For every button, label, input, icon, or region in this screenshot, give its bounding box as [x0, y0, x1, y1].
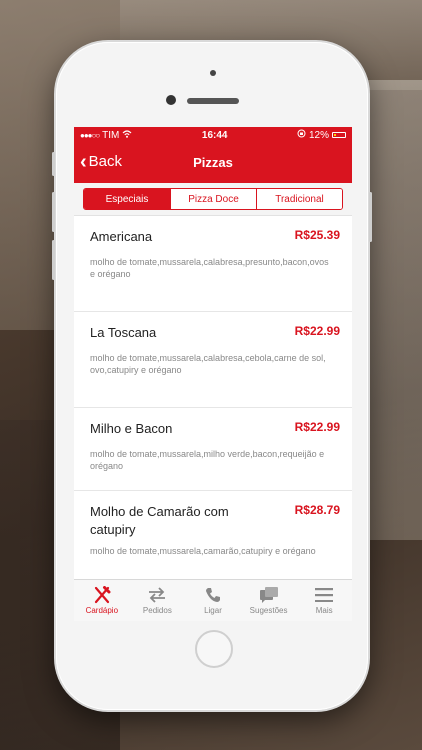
chevron-left-icon: ‹: [80, 150, 87, 173]
item-name: Molho de Camarão com catupiry: [90, 504, 229, 537]
list-item[interactable]: La Toscana R$22.99 molho de tomate,mussa…: [74, 312, 352, 408]
tab-cardapio[interactable]: Cardápio: [74, 580, 130, 621]
carrier-label: TIM: [102, 129, 120, 141]
tab-label: Sugestões: [249, 606, 288, 615]
list-item[interactable]: Milho e Bacon R$22.99 molho de tomate,mu…: [74, 408, 352, 491]
segment-pizza-doce[interactable]: Pizza Doce: [170, 189, 256, 209]
rotation-lock-icon: [297, 129, 306, 141]
tab-label: Cardápio: [85, 606, 119, 615]
item-price: R$22.99: [294, 420, 340, 434]
power-button: [369, 192, 372, 242]
tab-label: Pedidos: [142, 606, 172, 615]
item-price: R$28.79: [294, 503, 340, 517]
item-price: R$25.39: [294, 228, 340, 242]
tab-pedidos[interactable]: Pedidos: [130, 580, 186, 621]
segment-bar: Especiais Pizza Doce Tradicional: [74, 183, 352, 216]
item-description: molho de tomate,mussarela,calabresa,pres…: [90, 257, 329, 279]
home-button[interactable]: [195, 630, 233, 668]
back-label: Back: [88, 153, 123, 170]
list-item[interactable]: Molho de Camarão com catupiry R$28.79 mo…: [74, 491, 352, 580]
segment-tradicional[interactable]: Tradicional: [256, 189, 342, 209]
tab-mais[interactable]: Mais: [296, 580, 352, 621]
status-bar: ●●●○○ TIM 16:44 12%: [74, 127, 352, 143]
item-price: R$22.99: [294, 324, 340, 338]
clock-label: 16:44: [201, 129, 228, 141]
front-camera: [166, 95, 176, 105]
fork-knife-icon: [93, 586, 111, 604]
item-description: molho de tomate,mussarela,camarão,catupi…: [90, 546, 316, 556]
battery-percent: 12%: [308, 129, 329, 141]
item-name: La Toscana: [90, 325, 157, 340]
item-name: Milho e Bacon: [90, 421, 173, 436]
pizza-list[interactable]: Americana R$25.39 molho de tomate,mussar…: [74, 216, 352, 580]
signal-icon: ●●●○○: [80, 130, 100, 140]
list-item[interactable]: Americana R$25.39 molho de tomate,mussar…: [74, 216, 352, 312]
volume-down-button: [52, 240, 55, 280]
segment-especiais[interactable]: Especiais: [84, 189, 170, 209]
phone-frame: ●●●○○ TIM 16:44 12% ‹ Back Pizzas Especi…: [52, 42, 372, 710]
wifi-icon: [122, 129, 132, 141]
earpiece-speaker: [187, 98, 239, 104]
tab-label: Mais: [315, 606, 333, 615]
tab-sugestoes[interactable]: Sugestões: [241, 580, 297, 621]
navigation-bar: ‹ Back Pizzas: [74, 143, 352, 183]
menu-icon: [315, 586, 334, 604]
item-description: molho de tomate,mussarela,milho verde,ba…: [90, 449, 325, 471]
proximity-sensor: [210, 70, 216, 76]
category-segmented-control: Especiais Pizza Doce Tradicional: [83, 188, 343, 210]
back-button[interactable]: ‹ Back: [80, 150, 123, 173]
item-description: molho de tomate,mussarela,calabresa,cebo…: [90, 353, 326, 375]
phone-icon: [205, 586, 221, 604]
battery-icon: [331, 132, 346, 138]
mute-switch: [52, 152, 55, 176]
tab-label: Ligar: [204, 606, 222, 615]
tab-ligar[interactable]: Ligar: [185, 580, 241, 621]
app-screen: ●●●○○ TIM 16:44 12% ‹ Back Pizzas Especi…: [74, 127, 352, 621]
chat-bubbles-icon: [259, 586, 279, 604]
item-name: Americana: [90, 229, 153, 244]
volume-up-button: [52, 192, 55, 232]
tab-bar: Cardápio Pedidos Ligar Sugestões Mais: [74, 579, 352, 621]
swap-arrows-icon: [147, 586, 167, 604]
